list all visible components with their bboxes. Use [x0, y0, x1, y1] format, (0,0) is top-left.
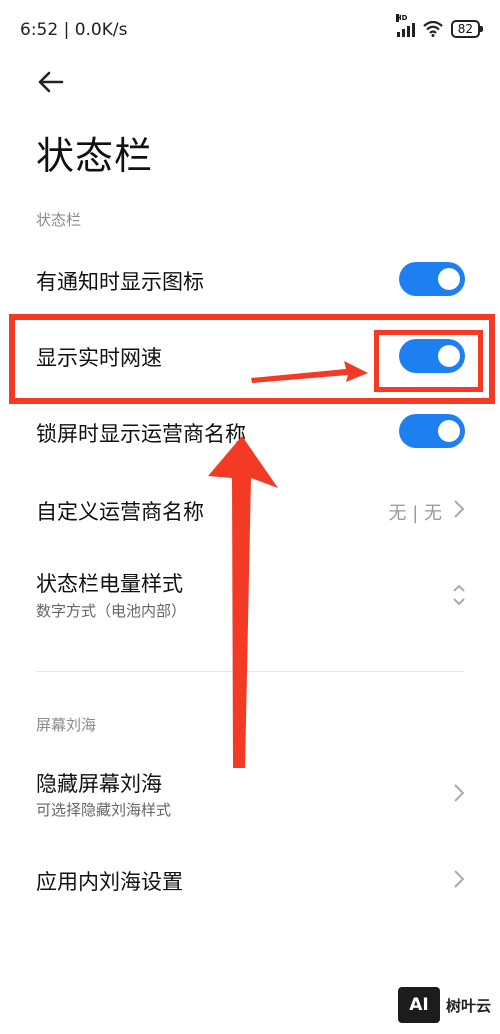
setting-row-lock-carrier[interactable]: 锁屏时显示运营商名称 [0, 404, 500, 460]
section-label-notch: 屏幕刘海 [36, 716, 97, 734]
page-title: 状态栏 [36, 134, 154, 178]
watermark-text: 树叶云 [446, 996, 492, 1015]
toggle-knob [438, 268, 460, 290]
wifi-icon [422, 21, 443, 37]
battery-icon: 82 [450, 20, 484, 38]
row-value: 无 | 无 [388, 503, 442, 524]
setting-row-notify-icons[interactable]: 有通知时显示图标 [0, 252, 500, 308]
up-down-chevron-icon [451, 582, 467, 608]
watermark-logo: AI [398, 987, 440, 1023]
setting-row-app-notch[interactable]: 应用内刘海设置 [0, 852, 500, 908]
status-time: 6:52 | 0.0K/s [20, 20, 128, 40]
watermark: AI 树叶云 [398, 987, 491, 1023]
chevron-right-icon [452, 498, 466, 520]
setting-row-battery-style[interactable]: 状态栏电量样式 数字方式（电池内部） [0, 560, 500, 630]
row-label: 状态栏电量样式 [36, 572, 183, 596]
row-label: 隐藏屏幕刘海 [36, 772, 162, 796]
setting-row-hide-notch[interactable]: 隐藏屏幕刘海 可选择隐藏刘海样式 [0, 758, 500, 828]
toggle-switch[interactable] [399, 414, 465, 448]
hd-label: HD [395, 14, 408, 22]
highlight-box-toggle [374, 330, 483, 392]
row-label: 有通知时显示图标 [36, 270, 204, 294]
row-label: 应用内刘海设置 [36, 870, 183, 894]
toggle-knob [438, 420, 460, 442]
row-sublabel: 可选择隐藏刘海样式 [36, 801, 172, 819]
status-bar: 6:52 | 0.0K/s HD 82 [0, 0, 500, 62]
chevron-right-icon [452, 868, 466, 890]
setting-row-custom-carrier[interactable]: 自定义运营商名称 无 | 无 [0, 482, 500, 538]
toggle-switch[interactable] [399, 262, 465, 296]
back-arrow-icon[interactable] [34, 66, 70, 98]
divider [36, 671, 464, 672]
row-label: 锁屏时显示运营商名称 [36, 422, 246, 446]
row-label: 自定义运营商名称 [36, 500, 204, 524]
signal-icon: HD [395, 14, 415, 37]
row-sublabel: 数字方式（电池内部） [36, 602, 187, 620]
status-icons: HD 82 [395, 14, 484, 38]
section-label-statusbar: 状态栏 [36, 211, 82, 229]
chevron-right-icon [452, 782, 466, 804]
